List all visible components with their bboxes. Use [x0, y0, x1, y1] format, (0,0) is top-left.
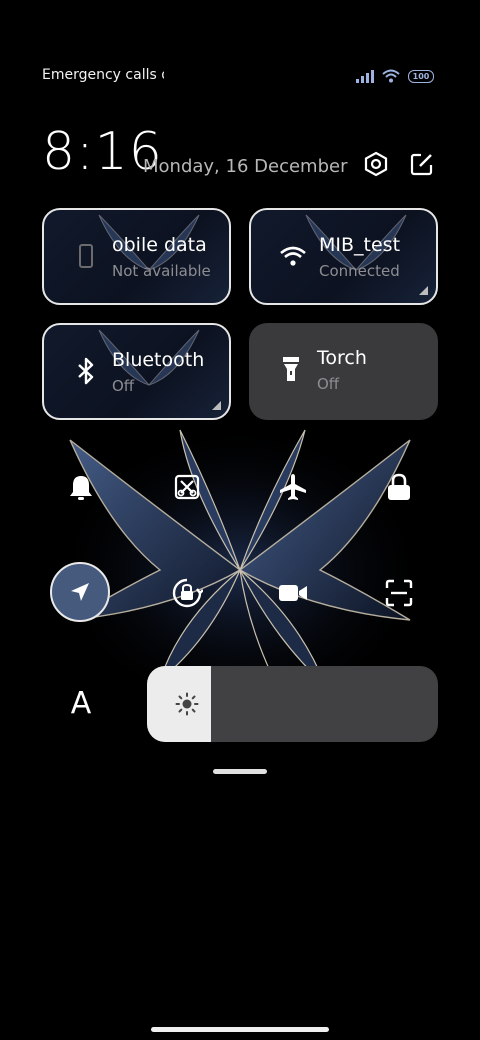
auto-brightness-button[interactable]: A	[60, 682, 102, 724]
butterfly-decor	[305, 214, 407, 271]
tile-torch[interactable]: Torch Off	[249, 323, 438, 420]
wifi-icon	[382, 69, 400, 83]
tile-status: Off	[112, 377, 135, 395]
toggle-video[interactable]	[268, 568, 318, 618]
date: Monday, 16 December	[143, 156, 348, 177]
toggle-airplane[interactable]	[268, 462, 318, 512]
settings-icon	[364, 151, 388, 177]
video-icon	[279, 585, 307, 601]
status-bar-carrier-text: Emergency calls o	[42, 67, 164, 83]
airplane-icon	[280, 474, 306, 500]
settings-button[interactable]	[360, 148, 392, 180]
tile-label: Bluetooth	[112, 349, 205, 371]
tile-label: obile data	[112, 234, 207, 256]
tile-label: MIB_test	[319, 234, 401, 256]
sun-icon	[175, 692, 199, 716]
tile-mobile-data[interactable]: obile data Not available	[42, 208, 231, 305]
mobile-data-icon	[72, 242, 100, 270]
screenshot-icon	[174, 474, 200, 500]
toggle-screenshot[interactable]	[162, 462, 212, 512]
bell-icon	[70, 476, 92, 500]
battery-icon: 100	[408, 69, 434, 83]
rotation-lock-icon	[172, 578, 203, 608]
tile-status: Off	[317, 375, 340, 393]
toggle-rotation-lock[interactable]	[162, 568, 212, 618]
edit-button[interactable]	[406, 148, 438, 180]
signal-icon	[356, 69, 374, 83]
tile-label: Torch	[317, 347, 367, 369]
torch-icon	[277, 355, 305, 383]
location-icon	[71, 583, 89, 601]
scan-icon	[385, 579, 413, 607]
brightness-slider[interactable]	[147, 666, 438, 742]
wifi-icon	[279, 242, 307, 270]
tile-status: Not available	[112, 262, 211, 280]
toggle-sound[interactable]	[56, 462, 106, 512]
toggle-lock[interactable]	[374, 462, 424, 512]
tile-status: Connected	[319, 262, 400, 280]
drag-handle[interactable]	[213, 769, 267, 774]
toggle-scanner[interactable]	[374, 568, 424, 618]
home-indicator[interactable]	[151, 1027, 329, 1032]
lock-icon	[388, 473, 410, 500]
status-bar-icons: 100	[356, 66, 434, 86]
expand-corner-icon[interactable]	[212, 401, 221, 410]
expand-corner-icon[interactable]	[419, 286, 428, 295]
toggle-location[interactable]	[50, 562, 110, 622]
bluetooth-icon	[72, 357, 100, 385]
tile-bluetooth[interactable]: Bluetooth Off	[42, 323, 231, 420]
butterfly-decor	[98, 214, 200, 271]
edit-icon	[410, 153, 433, 176]
tile-wifi[interactable]: MIB_test Connected	[249, 208, 438, 305]
butterfly-decor	[98, 329, 200, 386]
